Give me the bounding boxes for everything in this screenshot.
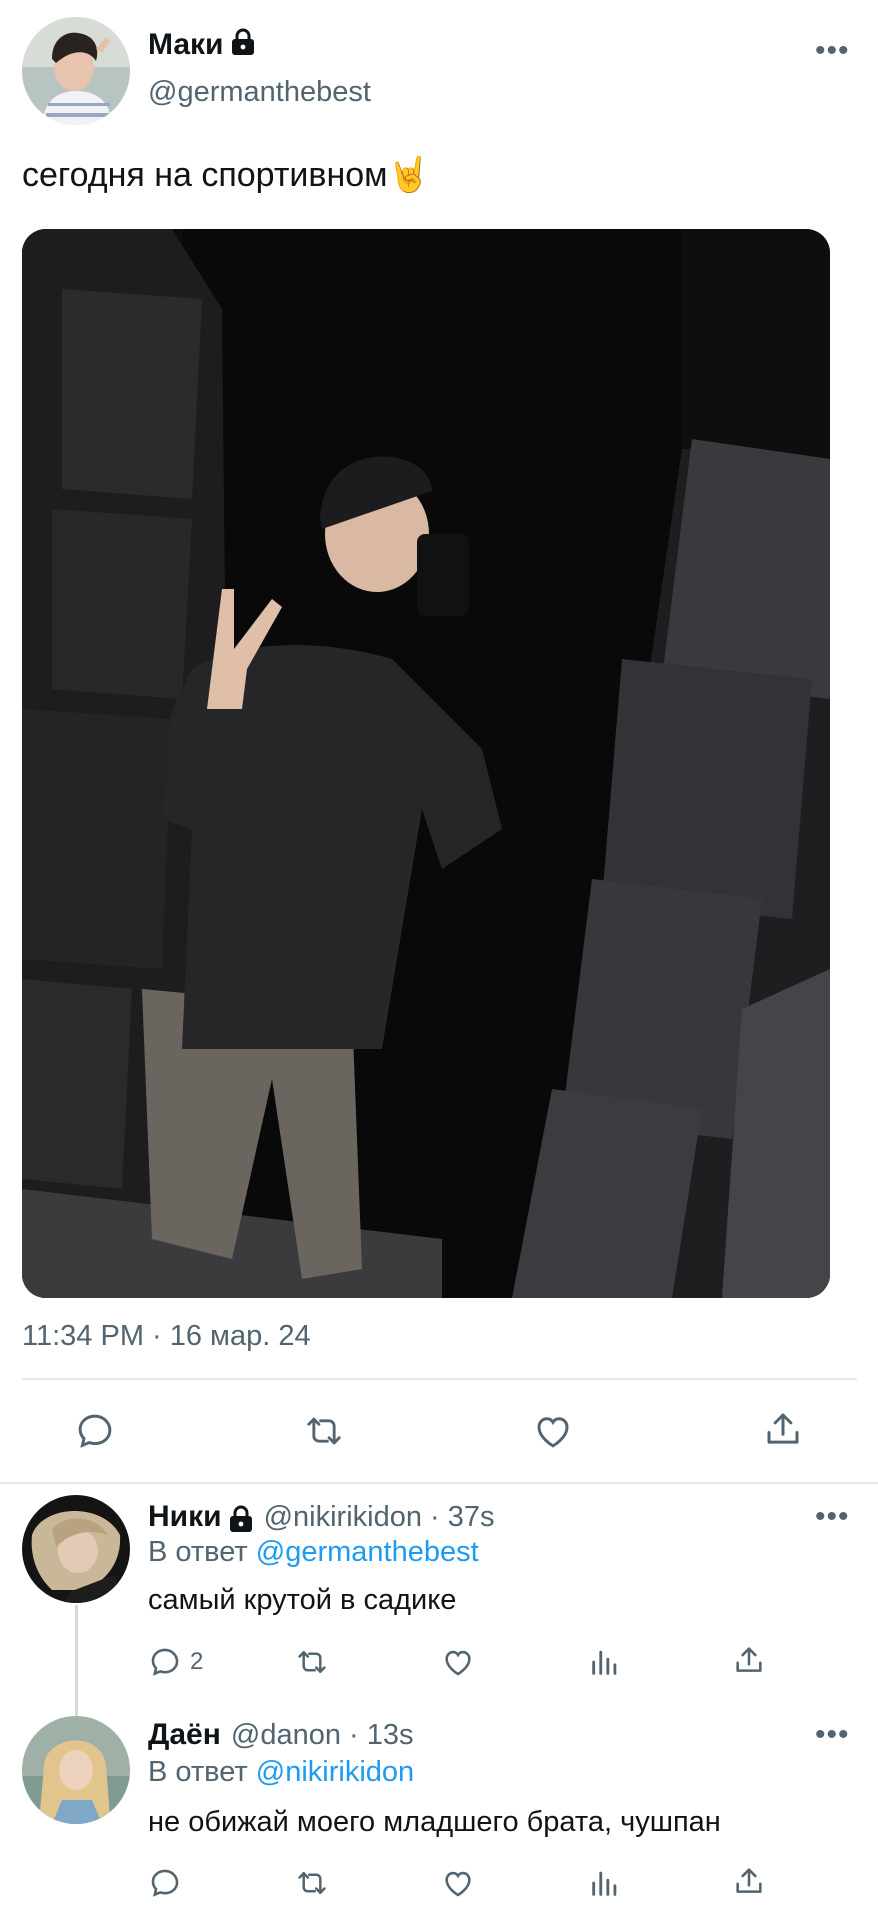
reply-button[interactable] <box>148 1866 190 1900</box>
views-button[interactable] <box>588 1645 622 1679</box>
reply-prefix: В ответ <box>148 1536 248 1568</box>
tweet-text: сегодня на спортивном🤘 <box>22 156 430 194</box>
reply-text: самый крутой в садике <box>148 1584 457 1616</box>
reply-header: Ники @nikirikidon · 37s <box>148 1500 495 1538</box>
divider <box>22 1378 857 1380</box>
share-icon <box>732 1864 766 1898</box>
main-display-name[interactable]: Маки <box>148 28 256 64</box>
reply-prefix: В ответ <box>148 1756 248 1788</box>
reply-to-link[interactable]: @nikirikidon <box>256 1756 414 1788</box>
retweet-button[interactable] <box>294 1645 330 1679</box>
like-icon <box>532 1410 574 1452</box>
divider <box>0 1482 878 1484</box>
reply-handle-time[interactable]: @nikirikidon · 37s <box>264 1501 495 1533</box>
like-button[interactable] <box>532 1410 574 1452</box>
reply-text: не обижай моего младшего брата, чушпан <box>148 1806 721 1838</box>
reply-handle-time[interactable]: @danon · 13s <box>231 1719 414 1751</box>
reply-avatar[interactable] <box>22 1495 130 1603</box>
views-icon <box>588 1645 622 1679</box>
reply-button[interactable] <box>74 1410 116 1452</box>
reply-context: В ответ @germanthebest <box>148 1536 479 1569</box>
lock-icon <box>228 1505 254 1538</box>
reply-count: 2 <box>190 1648 204 1675</box>
main-avatar[interactable] <box>22 17 130 125</box>
more-options-button[interactable]: ••• <box>815 1718 850 1752</box>
thread-line <box>75 1605 78 1717</box>
retweet-icon <box>294 1866 330 1900</box>
reply-icon <box>148 1866 182 1900</box>
tweet-photo[interactable] <box>22 229 830 1298</box>
retweet-icon <box>302 1410 346 1452</box>
reply-display-name[interactable]: Ники <box>148 1500 222 1533</box>
like-button[interactable] <box>441 1866 475 1900</box>
reply-context: В ответ @nikirikidon <box>148 1756 414 1789</box>
more-options-button[interactable]: ••• <box>815 1500 850 1534</box>
views-button[interactable] <box>588 1866 622 1900</box>
more-options-button[interactable]: ••• <box>815 34 850 68</box>
like-icon <box>441 1645 475 1679</box>
reply-avatar[interactable] <box>22 1716 130 1824</box>
share-icon <box>732 1643 766 1677</box>
retweet-button[interactable] <box>302 1410 346 1452</box>
share-icon <box>762 1408 804 1450</box>
retweet-icon <box>294 1645 330 1679</box>
reply-header: Даён @danon · 13s <box>148 1718 413 1752</box>
display-name-text: Маки <box>148 28 224 61</box>
reply-icon <box>74 1410 116 1452</box>
lock-icon <box>230 28 256 64</box>
like-icon <box>441 1866 475 1900</box>
views-icon <box>588 1866 622 1900</box>
reply-display-name[interactable]: Даён <box>148 1718 221 1751</box>
tweet-timestamp: 11:34 PM · 16 мар. 24 <box>22 1320 311 1352</box>
reply-button[interactable]: 2 <box>148 1645 203 1679</box>
reply-to-link[interactable]: @germanthebest <box>256 1536 479 1568</box>
share-button[interactable] <box>732 1864 766 1898</box>
main-handle[interactable]: @germanthebest <box>148 76 371 109</box>
retweet-button[interactable] <box>294 1866 330 1900</box>
like-button[interactable] <box>441 1645 475 1679</box>
share-button[interactable] <box>732 1643 766 1677</box>
reply-icon <box>148 1645 182 1679</box>
share-button[interactable] <box>762 1408 804 1450</box>
